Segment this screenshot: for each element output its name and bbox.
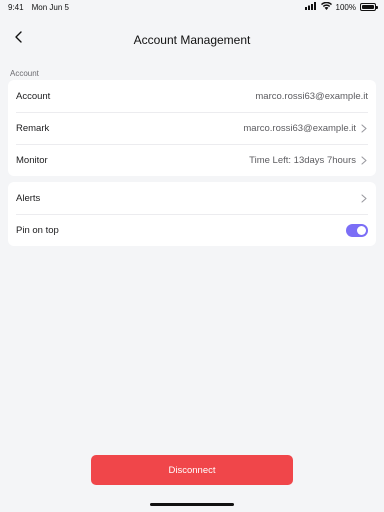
status-left: 9:41 Mon Jun 5 (8, 3, 69, 12)
alerts-label: Alerts (16, 192, 41, 204)
settings-card: Alerts Pin on top (8, 182, 376, 246)
chevron-right-icon (360, 193, 368, 203)
pin-on-top-toggle[interactable] (346, 223, 368, 237)
signal-icon (304, 2, 317, 12)
account-info-card: Account marco.rossi63@example.it Remark … (8, 80, 376, 176)
status-time: 9:41 (8, 2, 24, 12)
battery-icon (360, 3, 378, 11)
remark-row[interactable]: Remark marco.rossi63@example.it (8, 112, 376, 144)
wifi-icon (320, 1, 332, 12)
toggle-knob (357, 225, 366, 235)
account-label: Account (16, 90, 51, 102)
account-row: Account marco.rossi63@example.it (8, 80, 376, 112)
account-value-group: marco.rossi63@example.it (255, 91, 368, 102)
alerts-value-group (360, 193, 368, 203)
status-bar: 9:41 Mon Jun 5 100% (0, 0, 384, 14)
back-button[interactable] (10, 30, 28, 48)
home-indicator (150, 503, 234, 506)
monitor-label: Monitor (16, 154, 48, 166)
status-date: Mon Jun 5 (31, 2, 69, 12)
battery-fill (362, 5, 374, 9)
disconnect-button[interactable]: Disconnect (91, 455, 293, 485)
page-title: Account Management (133, 33, 251, 47)
alerts-row[interactable]: Alerts (8, 182, 376, 214)
monitor-value-group: Time Left: 13days 7hours (249, 155, 368, 166)
chevron-right-icon (360, 123, 368, 133)
navigation-bar: Account Management (0, 14, 384, 66)
status-right: 100% (304, 1, 378, 12)
pin-on-top-label: Pin on top (16, 224, 59, 236)
account-value: marco.rossi63@example.it (255, 90, 368, 102)
back-chevron-icon (14, 30, 24, 48)
chevron-right-icon (360, 155, 368, 165)
battery-percent: 100% (335, 2, 356, 12)
monitor-row[interactable]: Monitor Time Left: 13days 7hours (8, 144, 376, 176)
remark-value: marco.rossi63@example.it (243, 122, 356, 134)
remark-label: Remark (16, 122, 50, 134)
section-header-account: Account (10, 68, 39, 78)
monitor-value: Time Left: 13days 7hours (249, 154, 356, 166)
remark-value-group: marco.rossi63@example.it (243, 123, 368, 134)
pin-on-top-row: Pin on top (8, 214, 376, 246)
